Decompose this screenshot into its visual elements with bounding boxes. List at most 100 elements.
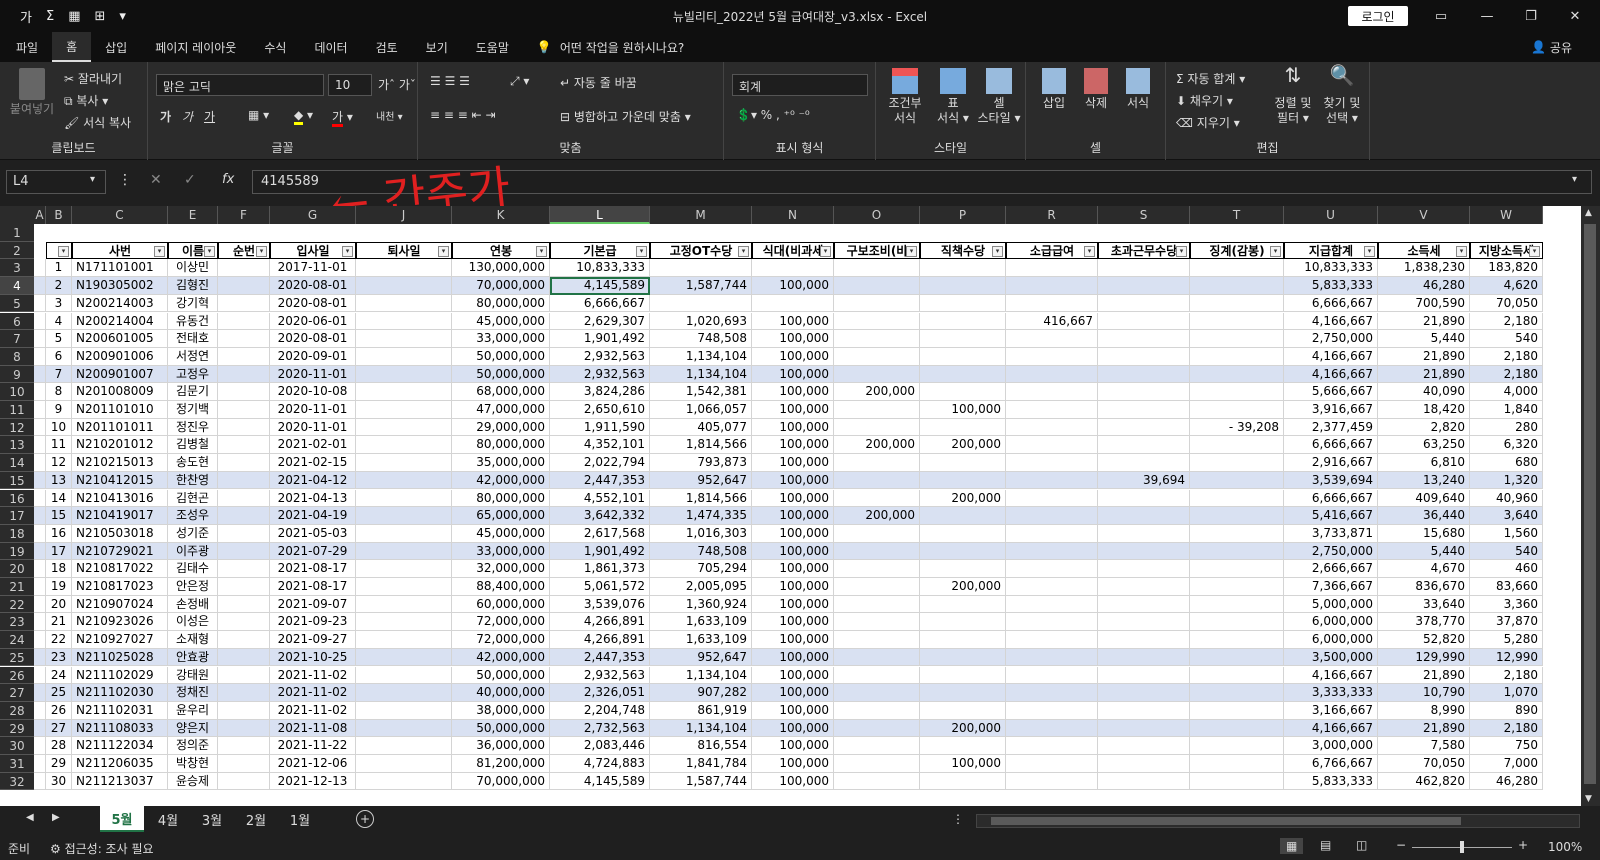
cell-O8[interactable]	[834, 347, 920, 366]
cell-V32[interactable]: 462,820	[1378, 772, 1470, 791]
row-header-17[interactable]: 17	[0, 507, 34, 525]
cell-O21[interactable]	[834, 578, 920, 596]
cell-U19[interactable]: 2,750,000	[1284, 542, 1378, 561]
cell-M26[interactable]: 1,134,104	[650, 666, 752, 685]
cell-P5[interactable]	[920, 294, 1006, 313]
cell-K18[interactable]: 45,000,000	[452, 524, 550, 543]
row-header-12[interactable]: 12	[0, 418, 34, 437]
cell-J23[interactable]	[356, 613, 452, 632]
filter-dropdown-icon[interactable]: ▾	[1270, 245, 1281, 257]
column-header-T[interactable]: T	[1190, 206, 1284, 224]
cell-L10[interactable]: 3,824,286	[550, 383, 650, 401]
cell-K30[interactable]: 36,000,000	[452, 737, 550, 755]
cell-M3[interactable]	[650, 259, 752, 278]
cell-R9[interactable]	[1006, 365, 1098, 384]
cell-G14[interactable]: 2021-02-15	[270, 454, 356, 472]
cell-S13[interactable]	[1098, 436, 1190, 455]
cell-U20[interactable]: 2,666,667	[1284, 560, 1378, 578]
cell-O14[interactable]	[834, 454, 920, 472]
cell-V4[interactable]: 46,280	[1378, 277, 1470, 295]
cell-N4[interactable]: 100,000	[752, 277, 834, 295]
filter-dropdown-icon[interactable]: ▾	[204, 245, 215, 257]
cell-S8[interactable]	[1098, 347, 1190, 366]
cell-V30[interactable]: 7,580	[1378, 737, 1470, 755]
cell-B16[interactable]: 14	[46, 489, 72, 508]
row-header-3[interactable]: 3	[0, 259, 34, 278]
cell-B32[interactable]: 30	[46, 772, 72, 791]
cell-L19[interactable]: 1,901,492	[550, 542, 650, 561]
cell-T13[interactable]	[1190, 436, 1284, 455]
cell-N10[interactable]: 100,000	[752, 383, 834, 401]
cell-E16[interactable]: 김현곤	[168, 489, 218, 508]
cell-E18[interactable]: 성기준	[168, 524, 218, 543]
cell-C16[interactable]: N210413016	[72, 489, 168, 508]
cell-F18[interactable]	[218, 524, 270, 543]
cell-E5[interactable]: 강기혁	[168, 294, 218, 313]
cell-U9[interactable]: 4,166,667	[1284, 365, 1378, 384]
row-header-27[interactable]: 27	[0, 684, 34, 702]
cell-C14[interactable]: N210215013	[72, 454, 168, 472]
cell-V14[interactable]: 6,810	[1378, 454, 1470, 472]
cell-C15[interactable]: N210412015	[72, 471, 168, 490]
cell-T11[interactable]	[1190, 401, 1284, 419]
cell-M8[interactable]: 1,134,104	[650, 347, 752, 366]
cell-N9[interactable]: 100,000	[752, 365, 834, 384]
cell-O9[interactable]	[834, 365, 920, 384]
cell-O22[interactable]	[834, 595, 920, 614]
cell-S10[interactable]	[1098, 383, 1190, 401]
cell-B8[interactable]: 6	[46, 347, 72, 366]
cell-G30[interactable]: 2021-11-22	[270, 737, 356, 755]
cell-U22[interactable]: 5,000,000	[1284, 595, 1378, 614]
cell-J15[interactable]	[356, 471, 452, 490]
cell-L24[interactable]: 4,266,891	[550, 631, 650, 649]
cell-E4[interactable]: 김형진	[168, 277, 218, 295]
fx-icon[interactable]: fx	[222, 172, 234, 187]
cell-W6[interactable]: 2,180	[1470, 312, 1543, 331]
cell-F28[interactable]	[218, 701, 270, 720]
cell-M5[interactable]	[650, 294, 752, 313]
cell-W4[interactable]: 4,620	[1470, 277, 1543, 295]
row-header-8[interactable]: 8	[0, 347, 34, 366]
cell-U30[interactable]: 3,000,000	[1284, 737, 1378, 755]
cell-U25[interactable]: 3,500,000	[1284, 648, 1378, 667]
cell-U32[interactable]: 5,833,333	[1284, 772, 1378, 791]
cell-J22[interactable]	[356, 595, 452, 614]
cell-A6[interactable]	[34, 312, 46, 331]
cell-G8[interactable]: 2020-09-01	[270, 347, 356, 366]
cell-V22[interactable]: 33,640	[1378, 595, 1470, 614]
column-header-P[interactable]: P	[920, 206, 1006, 224]
cell-K23[interactable]: 72,000,000	[452, 613, 550, 632]
cell-S31[interactable]	[1098, 755, 1190, 773]
cell-F9[interactable]	[218, 365, 270, 384]
cell-J29[interactable]	[356, 719, 452, 738]
cell-T14[interactable]	[1190, 454, 1284, 472]
share-button[interactable]: 👤 공유	[1517, 32, 1586, 62]
cell-B26[interactable]: 24	[46, 666, 72, 685]
cell-O6[interactable]	[834, 312, 920, 331]
cell-W12[interactable]: 280	[1470, 418, 1543, 437]
cell-T29[interactable]	[1190, 719, 1284, 738]
cell-T20[interactable]	[1190, 560, 1284, 578]
cell-W3[interactable]: 183,820	[1470, 259, 1543, 278]
qat-customize-icon[interactable]: ▾	[119, 9, 126, 24]
cell-T21[interactable]	[1190, 578, 1284, 596]
cell-C4[interactable]: N190305002	[72, 277, 168, 295]
cell-W30[interactable]: 750	[1470, 737, 1543, 755]
cell-P28[interactable]	[920, 701, 1006, 720]
cell-M11[interactable]: 1,066,057	[650, 401, 752, 419]
cell-L22[interactable]: 3,539,076	[550, 595, 650, 614]
merge-center-button[interactable]: ⊟ 병합하고 가운데 맞춤 ▾	[560, 108, 691, 125]
cell-A16[interactable]	[34, 489, 46, 508]
cell-K5[interactable]: 80,000,000	[452, 294, 550, 313]
cell-U18[interactable]: 3,733,871	[1284, 524, 1378, 543]
cell-U27[interactable]: 3,333,333	[1284, 684, 1378, 702]
row-header-2[interactable]: 2	[0, 241, 34, 260]
cell-R6[interactable]: 416,667	[1006, 312, 1098, 331]
cell-R31[interactable]	[1006, 755, 1098, 773]
cell-F32[interactable]	[218, 772, 270, 791]
column-header-J[interactable]: J	[356, 206, 452, 224]
cell-B19[interactable]: 17	[46, 542, 72, 561]
cell-R24[interactable]	[1006, 631, 1098, 649]
filter-dropdown-icon[interactable]: ▾	[820, 245, 831, 257]
cell-R11[interactable]	[1006, 401, 1098, 419]
